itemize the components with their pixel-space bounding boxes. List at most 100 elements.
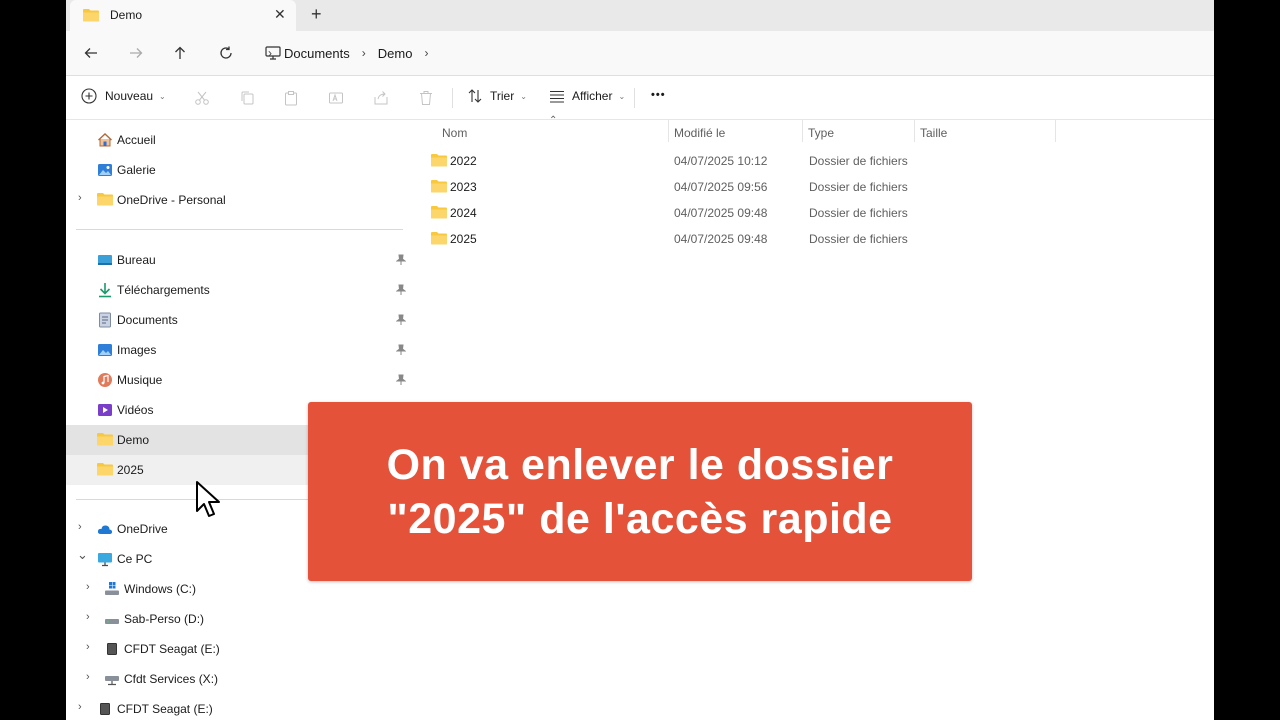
sidebar-item-accueil[interactable]: Accueil: [66, 125, 408, 155]
folder-icon: [97, 192, 113, 208]
caption-line-1: On va enlever le dossier: [386, 440, 894, 489]
sidebar-item-sab-perso-d[interactable]: › Sab-Perso (D:): [66, 604, 408, 634]
tab-demo[interactable]: Demo ✕: [70, 0, 296, 31]
tab-bar: Demo ✕ +: [66, 0, 1214, 31]
sidebar-item-label: Images: [117, 343, 157, 357]
sidebar-divider: [76, 229, 403, 230]
column-header-name[interactable]: Nom: [442, 126, 467, 140]
chevron-right-icon[interactable]: ›: [86, 611, 90, 623]
sidebar-item-images[interactable]: Images: [66, 335, 408, 365]
chevron-right-icon[interactable]: ›: [86, 581, 90, 593]
folder-icon: [97, 462, 113, 478]
breadcrumb-documents[interactable]: Documents: [284, 46, 350, 61]
sidebar-item-label: CFDT Seagat (E:): [124, 642, 220, 656]
breadcrumb: › Documents › Demo ›: [256, 31, 440, 75]
file-type: Dossier de fichiers: [809, 154, 908, 168]
plus-circle-icon: [81, 88, 97, 104]
file-row[interactable]: 2022 04/07/2025 10:12 Dossier de fichier…: [429, 147, 1009, 173]
chevron-down-icon[interactable]: ⌄: [77, 547, 88, 563]
up-icon[interactable]: [170, 43, 190, 63]
file-row[interactable]: 2025 04/07/2025 09:48 Dossier de fichier…: [429, 225, 1009, 251]
cut-icon[interactable]: [194, 90, 212, 108]
breadcrumb-demo[interactable]: Demo: [378, 46, 413, 61]
chevron-right-icon[interactable]: ›: [268, 46, 272, 60]
navigation-bar: › Documents › Demo ›: [66, 31, 1214, 76]
column-header-type[interactable]: Type: [808, 126, 834, 140]
drive-icon: [97, 701, 113, 717]
sidebar-item-label: CFDT Seagat (E:): [117, 702, 213, 716]
chevron-right-icon[interactable]: ›: [78, 521, 82, 533]
sidebar-item-telechargements[interactable]: Téléchargements: [66, 275, 408, 305]
network-drive-icon: [104, 671, 120, 687]
back-icon[interactable]: [81, 43, 101, 63]
chevron-right-icon[interactable]: ›: [362, 46, 366, 60]
column-header-modified[interactable]: Modifié le: [674, 126, 725, 140]
file-type: Dossier de fichiers: [809, 180, 908, 194]
delete-icon[interactable]: [418, 90, 436, 108]
column-divider[interactable]: [914, 120, 915, 142]
column-divider[interactable]: [668, 120, 669, 142]
chevron-right-icon[interactable]: ›: [78, 192, 82, 204]
copy-icon[interactable]: [239, 90, 257, 108]
view-button[interactable]: Afficher ⌄: [549, 88, 625, 104]
column-divider[interactable]: [802, 120, 803, 142]
sidebar-item-onedrive-personal[interactable]: › OneDrive - Personal: [66, 185, 408, 215]
folder-icon: [97, 432, 113, 448]
file-modified: 04/07/2025 10:12: [674, 154, 768, 168]
sidebar-item-cfdt-seagat-e[interactable]: › CFDT Seagat (E:): [66, 634, 408, 664]
pin-icon[interactable]: [395, 343, 407, 361]
pin-icon[interactable]: [395, 313, 407, 331]
rename-icon[interactable]: [328, 90, 346, 108]
file-row[interactable]: 2024 04/07/2025 09:48 Dossier de fichier…: [429, 199, 1009, 225]
sort-icon: [467, 88, 483, 104]
sidebar-item-cfdt-seagat-e-2[interactable]: › CFDT Seagat (E:): [66, 694, 408, 720]
column-header-size[interactable]: Taille: [920, 126, 947, 140]
folder-icon: [431, 205, 447, 224]
file-name: 2022: [450, 154, 477, 168]
sidebar-item-musique[interactable]: Musique: [66, 365, 408, 395]
pin-icon[interactable]: [395, 373, 407, 391]
share-icon[interactable]: [373, 90, 391, 108]
sidebar-item-label: Sab-Perso (D:): [124, 612, 205, 626]
sidebar-item-label: Cfdt Services (X:): [124, 672, 219, 686]
new-button[interactable]: Nouveau ⌄: [81, 88, 166, 104]
refresh-icon[interactable]: [216, 43, 236, 63]
file-modified: 04/07/2025 09:48: [674, 232, 768, 246]
sidebar-item-bureau[interactable]: Bureau: [66, 245, 408, 275]
chevron-right-icon[interactable]: ›: [424, 46, 428, 60]
sidebar-item-galerie[interactable]: Galerie: [66, 155, 408, 185]
command-bar: Nouveau ⌄ Trier ⌄ Afficher ⌄ •••: [66, 76, 1214, 120]
sidebar-item-label: Windows (C:): [124, 582, 197, 596]
sort-button[interactable]: Trier ⌄: [467, 88, 527, 104]
toolbar-divider: [634, 88, 635, 108]
sidebar-item-label: Accueil: [117, 133, 156, 147]
file-type: Dossier de fichiers: [809, 232, 908, 246]
column-divider[interactable]: [1055, 120, 1056, 142]
file-row[interactable]: 2023 04/07/2025 09:56 Dossier de fichier…: [429, 173, 1009, 199]
more-options-button[interactable]: •••: [651, 89, 666, 101]
paste-icon[interactable]: [283, 90, 301, 108]
pin-icon[interactable]: [395, 253, 407, 271]
cloud-icon: [97, 521, 113, 537]
videos-icon: [97, 402, 113, 418]
music-icon: [97, 372, 113, 388]
chevron-right-icon[interactable]: ›: [86, 641, 90, 653]
chevron-right-icon[interactable]: ›: [78, 701, 82, 713]
images-icon: [97, 342, 113, 358]
forward-icon[interactable]: [126, 43, 146, 63]
pin-icon[interactable]: [395, 283, 407, 301]
chevron-right-icon[interactable]: ›: [86, 671, 90, 683]
sidebar-item-documents[interactable]: Documents: [66, 305, 408, 335]
pc-icon: [97, 551, 113, 567]
sidebar-item-label: Vidéos: [117, 403, 154, 417]
sidebar-item-cfdt-services-x[interactable]: › Cfdt Services (X:): [66, 664, 408, 694]
sort-label: Trier: [490, 89, 515, 103]
file-explorer-window: Demo ✕ + › Documents › Demo › Nouveau ⌄ …: [66, 0, 1214, 720]
sidebar-item-label: Ce PC: [117, 552, 153, 566]
sort-ascending-icon: ⌃: [549, 115, 558, 126]
sidebar-item-label: Musique: [117, 373, 163, 387]
close-tab-icon[interactable]: ✕: [274, 6, 286, 23]
toolbar-divider: [452, 88, 453, 108]
sidebar-item-label: 2025: [117, 463, 144, 477]
new-tab-button[interactable]: +: [311, 4, 322, 25]
